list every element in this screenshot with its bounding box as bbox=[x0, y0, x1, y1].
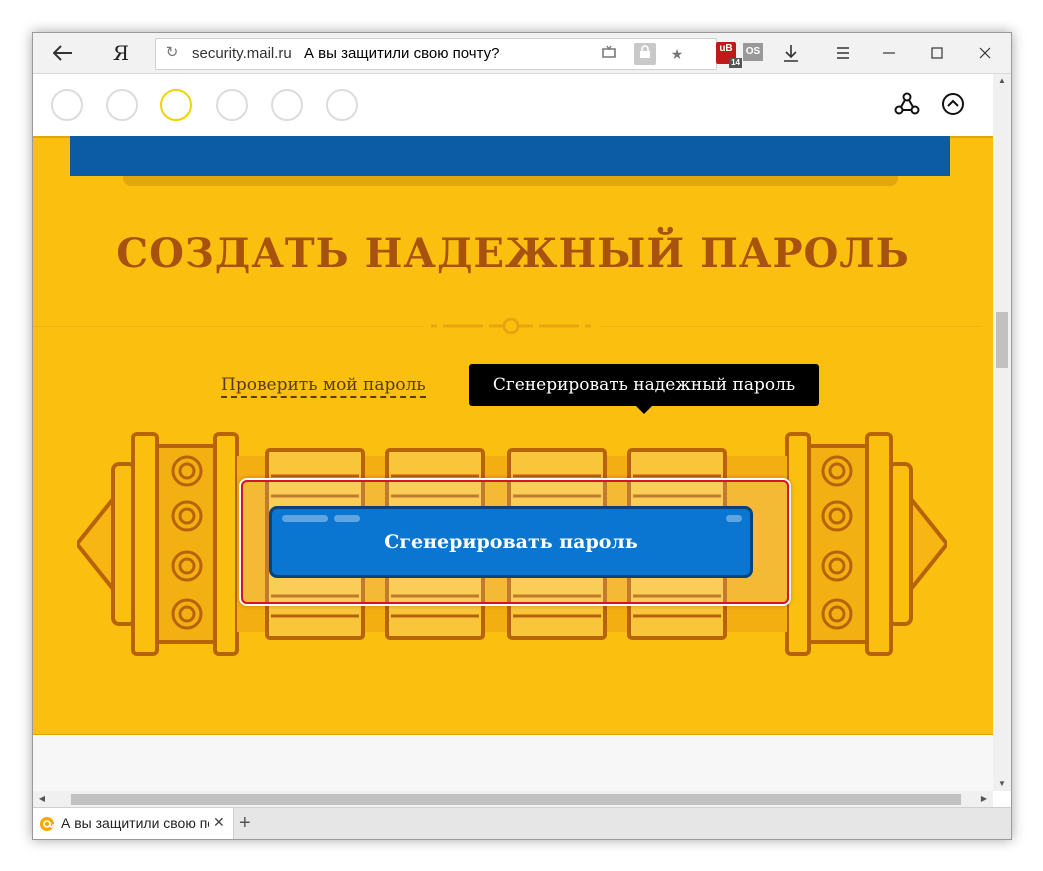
cast-icon[interactable] bbox=[598, 43, 620, 65]
divider-ornament bbox=[431, 318, 591, 334]
bookmark-star-icon[interactable]: ★ bbox=[666, 43, 688, 65]
address-domain[interactable]: security.mail.ru bbox=[192, 45, 292, 62]
minimize-icon[interactable] bbox=[875, 39, 903, 67]
previous-card bbox=[70, 136, 950, 176]
mail-at-icon bbox=[40, 817, 54, 831]
horizontal-scrollbar[interactable]: ◀ ▶ bbox=[33, 791, 993, 807]
scroll-up-icon[interactable] bbox=[940, 91, 966, 117]
step-dot-2[interactable] bbox=[106, 89, 138, 121]
scroll-up-arrow-icon[interactable]: ▲ bbox=[993, 74, 1011, 88]
tab-bar: А вы защитили свою поч ✕ + bbox=[33, 807, 1011, 839]
generate-tooltip[interactable]: Сгенерировать надежный пароль bbox=[469, 364, 819, 414]
browser-toolbar: Я ↻ security.mail.ru А вы защитили свою … bbox=[33, 33, 1011, 74]
back-arrow-icon[interactable] bbox=[49, 39, 77, 67]
lock-icon[interactable] bbox=[634, 43, 656, 65]
share-icon[interactable] bbox=[894, 91, 920, 117]
step-dot-5[interactable] bbox=[271, 89, 303, 121]
step-dot-3-active[interactable] bbox=[160, 89, 192, 121]
reload-icon[interactable]: ↻ bbox=[162, 43, 182, 63]
browser-window: Я ↻ security.mail.ru А вы защитили свою … bbox=[32, 32, 1012, 840]
extension-counter: 14 bbox=[729, 58, 742, 68]
tab-close-icon[interactable]: ✕ bbox=[213, 814, 225, 831]
close-icon[interactable] bbox=[971, 39, 999, 67]
scroll-right-arrow-icon[interactable]: ▶ bbox=[977, 791, 991, 807]
divider-right bbox=[599, 326, 979, 327]
step-navigation bbox=[33, 74, 993, 136]
yandex-logo[interactable]: Я bbox=[107, 39, 135, 67]
generate-password-button[interactable]: Сгенерировать пароль bbox=[269, 506, 753, 578]
password-section: СОЗДАТЬ НАДЕЖНЫЙ ПАРОЛЬ Проверить мой па… bbox=[33, 136, 993, 737]
tab-active[interactable]: А вы защитили свою поч ✕ bbox=[33, 808, 234, 839]
scroll-down-arrow-icon[interactable]: ▼ bbox=[993, 777, 1011, 791]
horizontal-scroll-thumb[interactable] bbox=[71, 794, 961, 805]
vertical-scroll-thumb[interactable] bbox=[996, 312, 1008, 368]
tab-title: А вы защитили свою поч bbox=[61, 815, 209, 831]
step-dot-1[interactable] bbox=[51, 89, 83, 121]
divider-left bbox=[33, 326, 423, 327]
vertical-scrollbar[interactable]: ▲ ▼ bbox=[993, 74, 1011, 791]
section-headline: СОЗДАТЬ НАДЕЖНЫЙ ПАРОЛЬ bbox=[116, 230, 910, 277]
menu-icon[interactable] bbox=[829, 39, 857, 67]
extension-icon[interactable]: uB 14 bbox=[716, 42, 742, 68]
step-dot-4[interactable] bbox=[216, 89, 248, 121]
new-tab-icon[interactable]: + bbox=[239, 812, 251, 835]
scroll-left-arrow-icon[interactable]: ◀ bbox=[35, 791, 49, 807]
address-page-title[interactable]: А вы защитили свою почту? bbox=[304, 45, 499, 62]
maximize-icon[interactable] bbox=[923, 39, 951, 67]
card-shadow bbox=[123, 176, 898, 186]
page-viewport: СОЗДАТЬ НАДЕЖНЫЙ ПАРОЛЬ Проверить мой па… bbox=[33, 74, 993, 791]
check-password-link[interactable]: Проверить мой пароль bbox=[221, 374, 426, 398]
os-extension-icon[interactable]: OS bbox=[743, 43, 763, 61]
address-bar[interactable]: ↻ security.mail.ru А вы защитили свою по… bbox=[155, 38, 717, 70]
next-section bbox=[33, 735, 993, 791]
download-icon[interactable] bbox=[777, 39, 805, 67]
step-dot-6[interactable] bbox=[326, 89, 358, 121]
generate-password-label: Сгенерировать пароль bbox=[384, 531, 638, 553]
